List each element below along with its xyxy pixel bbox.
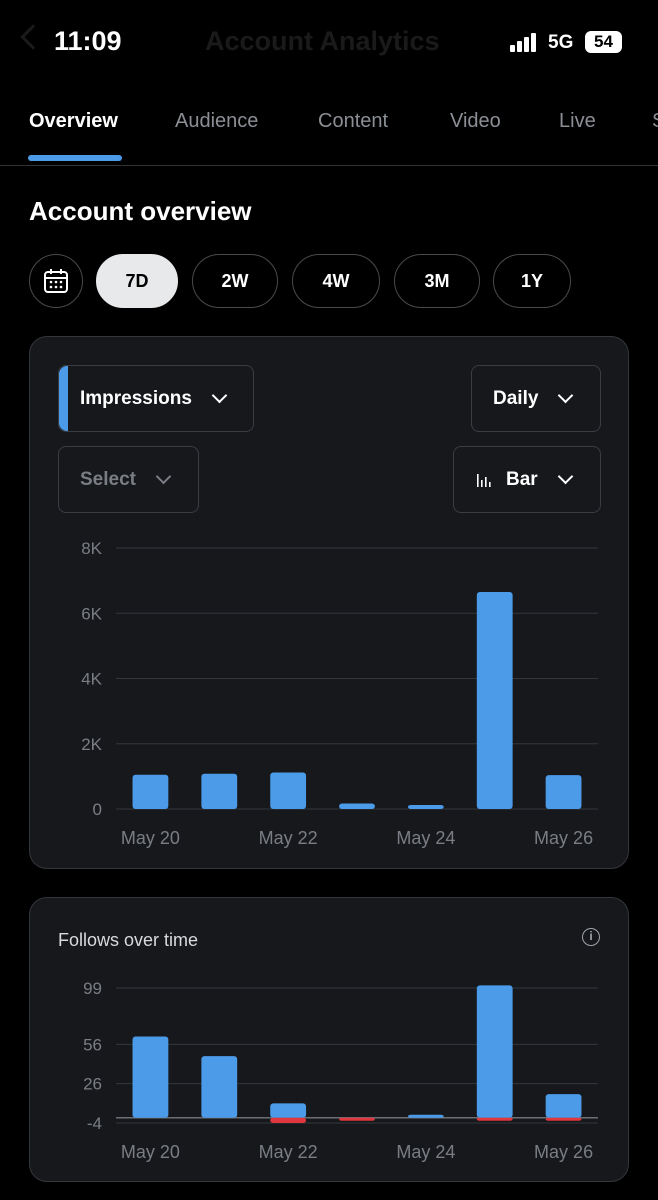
data-bar [407, 1114, 444, 1118]
status-time: 11:09 [54, 26, 122, 56]
y-tick-label: 26 [83, 1075, 102, 1094]
data-bar [201, 1056, 238, 1118]
follows-card-title: Follows over time [58, 930, 199, 950]
chevron-down-icon [211, 387, 228, 404]
impressions-bar-chart: 8K 6K 4K 2K 0 May 20 May 22 May 24 May 26 [81, 539, 598, 848]
calendar-icon [44, 269, 68, 293]
y-tick-label: 6K [81, 604, 102, 623]
chevron-down-icon [557, 468, 573, 485]
range-4w-button[interactable]: 4W [292, 254, 380, 308]
y-tick-label: 56 [83, 1035, 102, 1054]
follows-bar-chart: 99 56 26 -4 May 20 May 22 May 24 May 26 [83, 979, 598, 1162]
chart-type-dropdown-label: Bar [506, 468, 538, 490]
x-tick-label: May 24 [396, 1142, 455, 1162]
background-page-title: Account Analytics [205, 26, 440, 56]
compare-dropdown[interactable]: Select [58, 446, 199, 513]
y-tick-label: 8K [81, 539, 102, 558]
x-tick-label: May 20 [121, 828, 180, 848]
bar-chart-icon [477, 473, 491, 487]
x-tick-label: May 20 [121, 1142, 180, 1162]
data-bar [545, 775, 582, 809]
tab-content[interactable]: Content [318, 110, 388, 133]
tab-audience[interactable]: Audience [175, 110, 258, 133]
battery-icon: 54 [585, 31, 622, 53]
x-tick-label: May 26 [534, 1142, 593, 1162]
tab-partial[interactable]: S [652, 110, 658, 133]
calendar-button[interactable] [29, 254, 83, 308]
range-7d-button[interactable]: 7D [96, 254, 178, 308]
interval-dropdown-label: Daily [493, 387, 539, 409]
x-tick-label: May 22 [259, 828, 318, 848]
data-bar [270, 772, 307, 809]
x-tick-label: May 26 [534, 828, 593, 848]
tab-video[interactable]: Video [450, 110, 501, 133]
y-tick-label: 99 [83, 979, 102, 998]
data-bar [270, 1117, 307, 1123]
metric-dropdown-label: Impressions [80, 387, 192, 409]
data-bar [476, 1117, 513, 1121]
network-type: 5G [548, 32, 574, 53]
range-2w-button[interactable]: 2W [192, 254, 278, 308]
data-bar [476, 592, 513, 809]
data-bar [339, 803, 375, 809]
back-arrow-icon[interactable] [20, 24, 46, 50]
signal-icon [510, 32, 538, 52]
y-tick-label: -4 [87, 1114, 102, 1133]
data-bar [201, 773, 238, 809]
compare-dropdown-label: Select [80, 468, 136, 490]
active-tab-indicator [28, 155, 122, 161]
x-tick-label: May 22 [259, 1142, 318, 1162]
impressions-card: Impressions Daily Select Bar 8K 6K 4K 2K 0 Ma… [29, 336, 629, 869]
data-bar [132, 1036, 169, 1118]
follows-card: Follows over time i 99 56 26 -4 May 20 May 22… [29, 897, 629, 1182]
chart-type-dropdown[interactable]: Bar [453, 446, 601, 513]
chevron-down-icon [155, 468, 172, 485]
analytics-tabs: Overview Audience Content Video Live S [0, 100, 658, 166]
x-tick-label: May 24 [396, 828, 455, 848]
data-bar [476, 985, 513, 1118]
info-icon[interactable]: i [582, 928, 600, 946]
data-bar [545, 1094, 582, 1118]
data-bar [545, 1117, 582, 1121]
tab-live[interactable]: Live [559, 110, 596, 133]
chevron-down-icon [558, 387, 574, 404]
metric-dropdown[interactable]: Impressions [58, 365, 254, 432]
tab-overview[interactable]: Overview [29, 110, 118, 133]
data-bar [132, 774, 169, 809]
data-bar [407, 805, 444, 809]
interval-dropdown[interactable]: Daily [471, 365, 601, 432]
range-3m-button[interactable]: 3M [394, 254, 480, 308]
y-tick-label: 4K [81, 670, 102, 689]
y-tick-label: 0 [93, 800, 102, 819]
data-bar [339, 1117, 375, 1121]
metric-color-swatch [59, 366, 68, 431]
status-bar: Account Analytics 11:09 5G 54 [0, 0, 658, 84]
data-bar [270, 1103, 307, 1118]
page-title: Account overview [29, 196, 252, 226]
y-tick-label: 2K [81, 735, 102, 754]
range-1y-button[interactable]: 1Y [493, 254, 571, 308]
